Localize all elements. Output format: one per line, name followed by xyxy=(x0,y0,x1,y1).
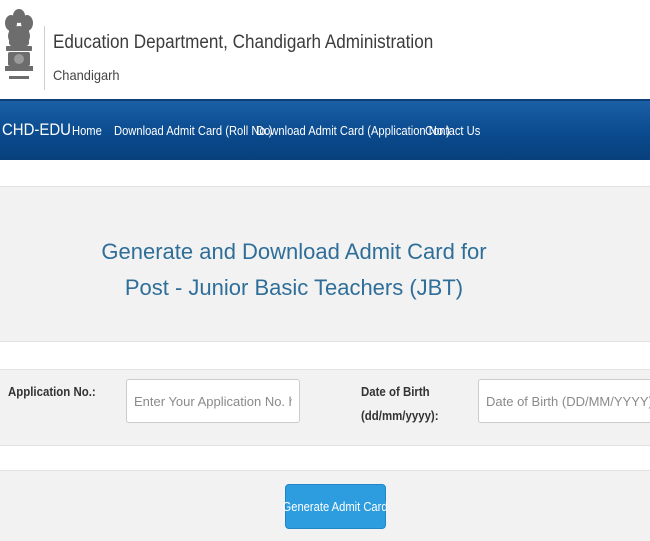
nav-item-contact-us[interactable]: Contact Us xyxy=(425,123,480,138)
page-title-line-2: Post - Junior Basic Teachers (JBT) xyxy=(124,275,464,300)
dob-label-line-2: (dd/mm/yyyy): xyxy=(361,408,439,423)
admit-card-form: Application No.: Date of Birth (dd/mm/yy… xyxy=(0,369,650,446)
header-divider xyxy=(44,26,45,90)
nav-brand[interactable]: CHD-EDU xyxy=(2,120,71,140)
dob-input[interactable] xyxy=(478,379,650,423)
application-no-label: Application No.: xyxy=(8,384,96,399)
main-navbar: CHD-EDU Home Download Admit Card (Roll N… xyxy=(0,99,650,162)
page-title-panel: Generate and Download Admit Card for Pos… xyxy=(0,186,650,342)
site-header: Education Department, Chandigarh Adminis… xyxy=(0,0,650,99)
dob-label-line-1: Date of Birth xyxy=(361,384,430,399)
nav-item-admit-card-application-no[interactable]: Download Admit Card (Application No.) xyxy=(256,123,450,138)
nav-item-home[interactable]: Home xyxy=(72,123,102,138)
submit-panel: Generate Admit Card xyxy=(0,470,650,541)
spacer xyxy=(0,160,650,186)
department-subtitle: Chandigarh xyxy=(53,67,120,83)
generate-admit-card-button[interactable]: Generate Admit Card xyxy=(282,484,389,529)
application-no-input[interactable] xyxy=(126,379,300,423)
ashoka-emblem-icon xyxy=(5,9,33,79)
department-title: Education Department, Chandigarh Adminis… xyxy=(53,32,434,53)
page-title-line-1: Generate and Download Admit Card for xyxy=(101,239,487,264)
generate-admit-card-label: Generate Admit Card xyxy=(282,499,389,514)
nav-item-admit-card-roll-no[interactable]: Download Admit Card (Roll No.) xyxy=(114,123,272,138)
